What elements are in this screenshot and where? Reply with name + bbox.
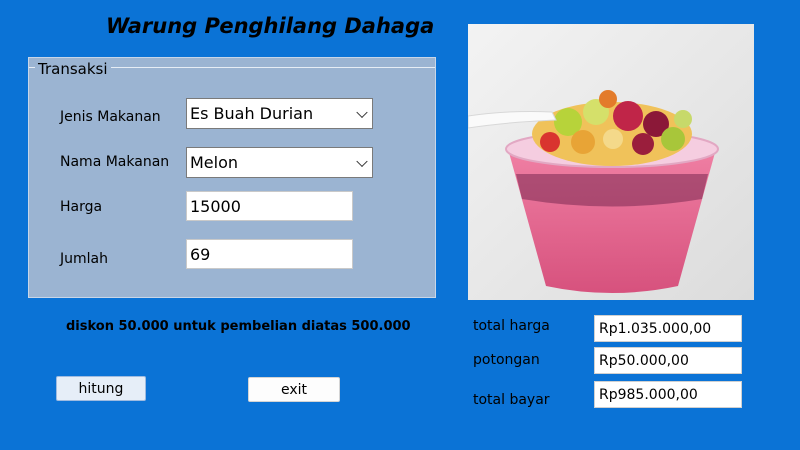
groupbox-legend: Transaksi <box>35 60 111 78</box>
chevron-down-icon[interactable] <box>356 155 368 167</box>
jumlah-input[interactable]: 69 <box>186 239 353 269</box>
potongan-field[interactable]: Rp50.000,00 <box>594 347 742 374</box>
exit-button[interactable]: exit <box>248 377 340 402</box>
jenis-makanan-combobox[interactable]: Es Buah Durian <box>186 98 373 129</box>
nama-makanan-value: Melon <box>190 153 239 172</box>
nama-makanan-combobox[interactable]: Melon <box>186 147 373 178</box>
harga-value: 15000 <box>190 196 241 216</box>
jenis-makanan-value: Es Buah Durian <box>190 104 314 123</box>
potongan-value: Rp50.000,00 <box>599 352 689 369</box>
jenis-makanan-label: Jenis Makanan <box>60 109 161 125</box>
potongan-label: potongan <box>473 352 540 368</box>
harga-label: Harga <box>60 199 103 215</box>
chevron-down-icon[interactable] <box>356 106 368 118</box>
total-bayar-label: total bayar <box>473 392 550 408</box>
total-harga-value: Rp1.035.000,00 <box>599 320 712 337</box>
hitung-button[interactable]: hitung <box>56 376 146 401</box>
total-bayar-value: Rp985.000,00 <box>599 386 698 403</box>
jumlah-value: 69 <box>190 244 211 264</box>
fruit-ice-dessert-photo <box>468 24 754 300</box>
harga-input[interactable]: 15000 <box>186 191 353 221</box>
total-harga-field[interactable]: Rp1.035.000,00 <box>594 315 742 342</box>
dessert-illustration <box>468 24 754 300</box>
total-harga-label: total harga <box>473 318 550 334</box>
nama-makanan-label: Nama Makanan <box>60 154 170 170</box>
app-title: Warung Penghilang Dahaga <box>106 14 435 38</box>
discount-note: diskon 50.000 untuk pembelian diatas 500… <box>66 319 411 334</box>
jumlah-label: Jumlah <box>60 251 108 267</box>
transaksi-groupbox: Transaksi Jenis Makanan Es Buah Durian N… <box>28 57 436 298</box>
total-bayar-field[interactable]: Rp985.000,00 <box>594 381 742 408</box>
